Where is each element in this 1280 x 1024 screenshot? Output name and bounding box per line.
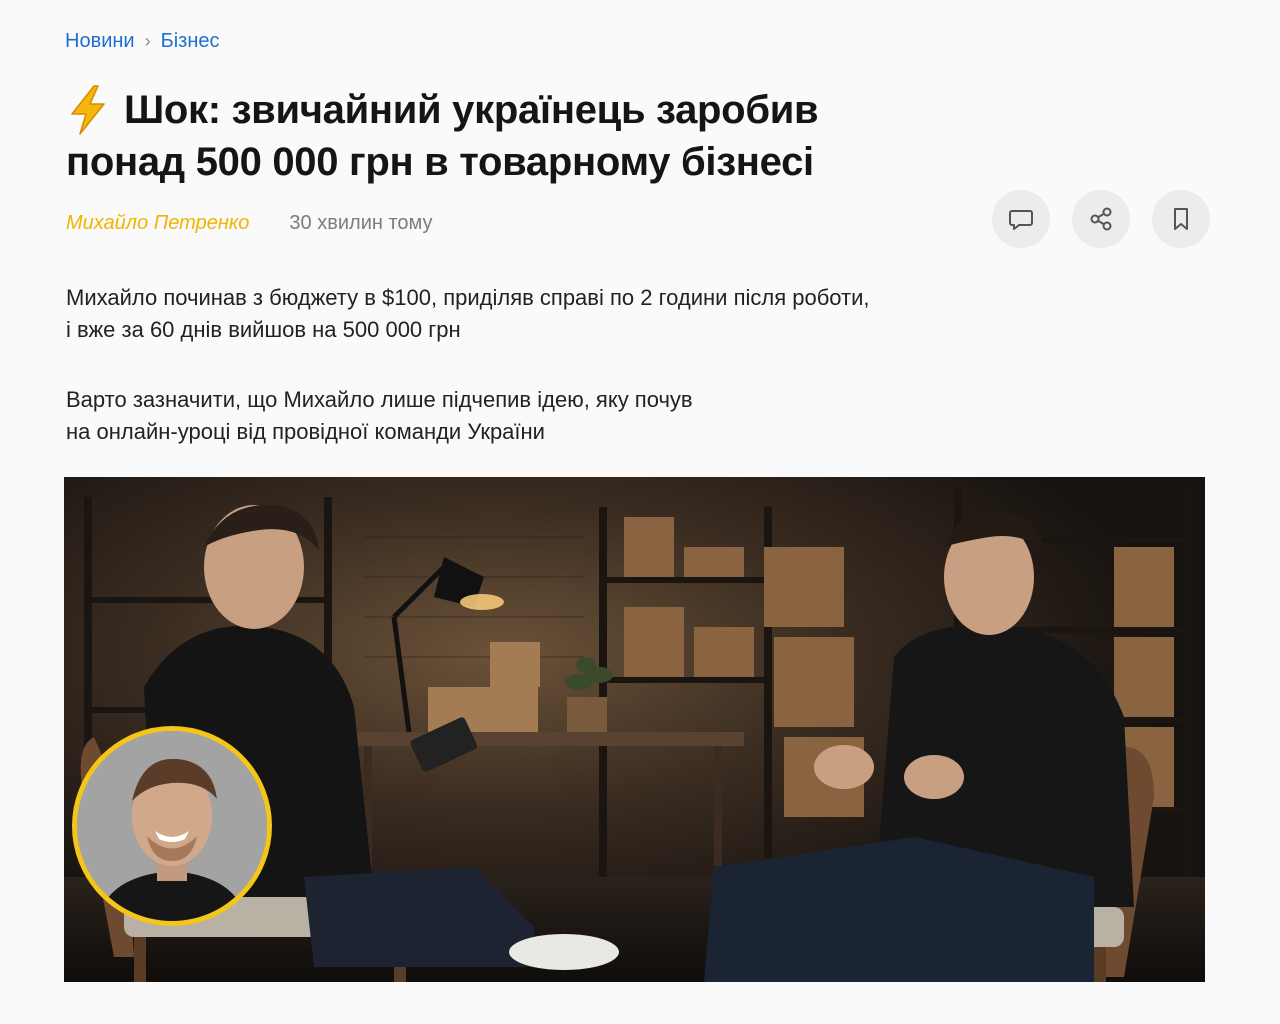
publish-time: 30 хвилин тому bbox=[289, 212, 433, 234]
breadcrumb-separator: › bbox=[144, 31, 151, 51]
bookmark-button[interactable] bbox=[1152, 190, 1210, 248]
headline-text-line1: Шок: звичайний українець заробив bbox=[124, 88, 819, 132]
breadcrumb-home-link[interactable]: Новини bbox=[65, 30, 135, 53]
article-paragraph-2: Варто зазначити, що Михайло лише підчепи… bbox=[66, 384, 693, 448]
author-name[interactable]: Михайло Петренко bbox=[66, 212, 249, 235]
breadcrumb: Новини › Бізнес bbox=[65, 30, 220, 53]
paragraph-2-line-1: Варто зазначити, що Михайло лише підчепи… bbox=[66, 387, 693, 412]
paragraph-1-line-1: Михайло починав з бюджету в $100, приділ… bbox=[66, 285, 870, 310]
paragraph-2-line-2: на онлайн-уроці від провідної команди Ук… bbox=[66, 419, 545, 444]
hero-image bbox=[64, 477, 1205, 982]
author-portrait bbox=[77, 731, 267, 921]
headline-first-line: Шок: звичайний українець заробив bbox=[66, 84, 966, 136]
comment-icon bbox=[1009, 210, 1033, 230]
bookmark-icon bbox=[1174, 208, 1188, 230]
breadcrumb-section-link[interactable]: Бізнес bbox=[161, 30, 220, 53]
paragraph-1-line-2: і вже за 60 днів вийшов на 500 000 грн bbox=[66, 317, 461, 342]
share-button[interactable] bbox=[1072, 190, 1130, 248]
article-paragraph-1: Михайло починав з бюджету в $100, приділ… bbox=[66, 282, 870, 346]
article-page: Новини › Бізнес Шок: звичайний українець… bbox=[0, 0, 1280, 1024]
article-meta: Михайло Петренко 30 хвилин тому bbox=[66, 212, 433, 235]
share-icon bbox=[1090, 207, 1112, 231]
article-actions bbox=[992, 190, 1210, 248]
interview-photo bbox=[64, 477, 1205, 982]
comment-button[interactable] bbox=[992, 190, 1050, 248]
author-avatar[interactable] bbox=[72, 726, 272, 926]
article-headline: Шок: звичайний українець заробив понад 5… bbox=[66, 84, 966, 188]
headline-text-line2: понад 500 000 грн в товарному бізнесі bbox=[66, 140, 814, 184]
lightning-icon bbox=[66, 84, 110, 136]
